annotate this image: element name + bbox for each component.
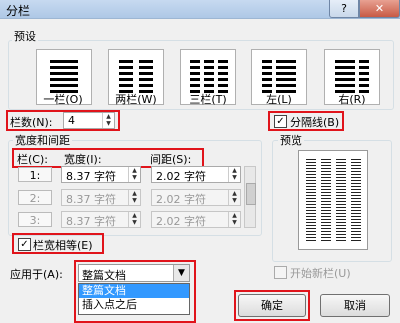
width-value: 8.37 字符 — [66, 215, 116, 228]
apply-to-dropdown-list: 整篇文档 插入点之后 — [78, 283, 190, 315]
spinner-arrows-icon[interactable]: ▲ ▼ — [228, 167, 240, 182]
new-column-checkbox[interactable] — [274, 266, 287, 279]
equal-width-label: 栏宽相等(E) — [33, 239, 93, 252]
dropdown-option[interactable]: 插入点之后 — [79, 298, 189, 312]
ok-button[interactable]: 确定 — [238, 294, 306, 317]
width-field[interactable]: 8.37 字符 ▲ ▼ — [61, 166, 141, 183]
spacing-field[interactable]: 2.02 字符 ▲ ▼ — [151, 166, 241, 183]
preset-left-label: 左(L) — [266, 93, 292, 106]
spinner-arrows-icon[interactable]: ▲ ▼ — [102, 113, 114, 128]
preview-label: 预览 — [278, 132, 304, 148]
columns-value: 4 — [68, 114, 75, 127]
chevron-down-icon[interactable]: ▼ — [173, 265, 189, 281]
preview-page — [298, 150, 368, 250]
cancel-button[interactable]: 取消 — [320, 294, 390, 317]
spacing-value: 2.02 字符 — [156, 170, 206, 183]
divider-label: 分隔线(B) — [290, 116, 340, 129]
spacing-field[interactable]: 2.02 字符 ▲ ▼ — [151, 189, 241, 206]
width-field[interactable]: 8.37 字符 ▲ ▼ — [61, 189, 141, 206]
help-button[interactable]: ? — [329, 0, 359, 18]
spacing-value: 2.02 字符 — [156, 215, 206, 228]
columns-label: 栏数(N): — [10, 116, 53, 129]
spacing-value: 2.02 字符 — [156, 193, 206, 206]
width-field[interactable]: 8.37 字符 ▲ ▼ — [61, 211, 141, 228]
spinner-arrows-icon[interactable]: ▲ ▼ — [128, 190, 140, 205]
width-spacing-label: 宽度和间距 — [13, 132, 72, 148]
close-button[interactable]: ✕ — [359, 0, 400, 18]
divider-checkbox[interactable]: ✓ — [274, 115, 287, 128]
spinner-arrows-icon[interactable]: ▲ ▼ — [128, 167, 140, 182]
apply-to-select[interactable]: 整篇文档 ▼ — [78, 264, 190, 282]
preset-three-columns-label: 三栏(T) — [189, 93, 227, 106]
equal-width-checkbox[interactable]: ✓ — [18, 238, 31, 251]
new-column-label: 开始新栏(U) — [290, 267, 351, 280]
spinner-arrows-icon[interactable]: ▲ ▼ — [228, 212, 240, 227]
width-value: 8.37 字符 — [66, 193, 116, 206]
preset-right-label: 右(R) — [338, 93, 366, 106]
presets-label: 预设 — [12, 28, 38, 44]
width-header: 宽度(I): — [64, 153, 102, 166]
row-number: 3: — [18, 212, 52, 227]
apply-to-selected: 整篇文档 — [82, 269, 126, 282]
spacing-field[interactable]: 2.02 字符 ▲ ▼ — [151, 211, 241, 228]
apply-to-label: 应用于(A): — [10, 268, 63, 281]
preset-two-columns-label: 两栏(W) — [115, 93, 157, 106]
columns-spinner[interactable]: 4 ▲ ▼ — [63, 112, 115, 129]
preset-one-column-label: 一栏(O) — [43, 93, 83, 106]
spacing-header: 间距(S): — [150, 153, 192, 166]
row-number: 1: — [18, 167, 52, 182]
spinner-arrows-icon[interactable]: ▲ ▼ — [228, 190, 240, 205]
width-list-scrollbar[interactable] — [244, 166, 256, 228]
spinner-arrows-icon[interactable]: ▲ ▼ — [128, 212, 140, 227]
row-number: 2: — [18, 190, 52, 205]
col-header: 栏(C): — [17, 153, 48, 166]
window-title: 分栏 — [6, 4, 31, 18]
width-value: 8.37 字符 — [66, 170, 116, 183]
dropdown-option[interactable]: 整篇文档 — [79, 284, 189, 298]
